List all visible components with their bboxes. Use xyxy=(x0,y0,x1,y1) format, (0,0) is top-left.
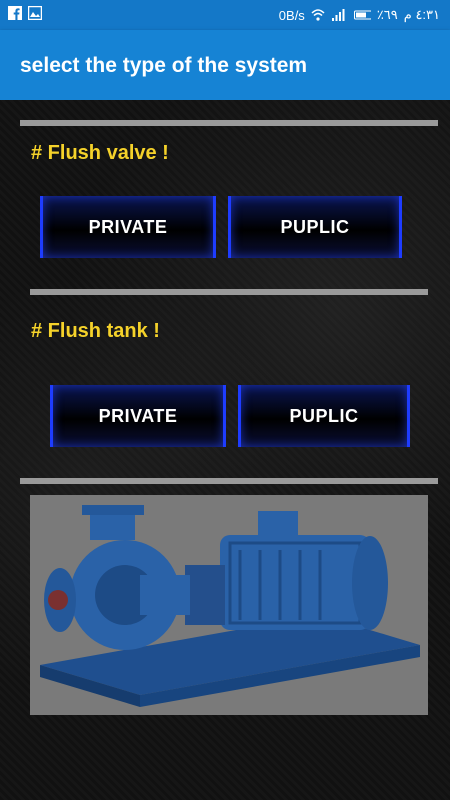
flush-tank-public-button[interactable]: PUPLIC xyxy=(238,385,410,447)
gallery-icon xyxy=(28,6,42,20)
wifi-icon xyxy=(311,9,325,21)
flush-valve-public-button[interactable]: PUPLIC xyxy=(228,196,402,258)
battery-percent: ٪٦٩ xyxy=(376,7,398,22)
app-bar: select the type of the system xyxy=(0,30,450,100)
divider xyxy=(20,120,438,126)
water-pump-illustration xyxy=(40,505,420,707)
page-title: select the type of the system xyxy=(20,54,308,77)
divider xyxy=(20,478,438,484)
flush-tank-private-button[interactable]: PRIVATE xyxy=(50,385,226,447)
facebook-icon xyxy=(8,6,22,20)
content-area: # Flush valve ! PRIVATE PUPLIC # Flush t… xyxy=(0,100,450,800)
divider xyxy=(30,289,428,295)
flush-valve-title: # Flush valve ! xyxy=(31,142,169,164)
clock: ٤:٣١ م xyxy=(403,7,440,22)
pump-image xyxy=(30,495,428,715)
signal-icon xyxy=(331,9,345,21)
flush-valve-private-button[interactable]: PRIVATE xyxy=(40,196,216,258)
battery-icon xyxy=(353,10,371,20)
flush-tank-title: # Flush tank ! xyxy=(31,320,160,342)
network-speed: 0B/s xyxy=(278,7,305,23)
status-bar: 0B/s ٪٦٩ ٤:٣١ م xyxy=(0,0,450,30)
